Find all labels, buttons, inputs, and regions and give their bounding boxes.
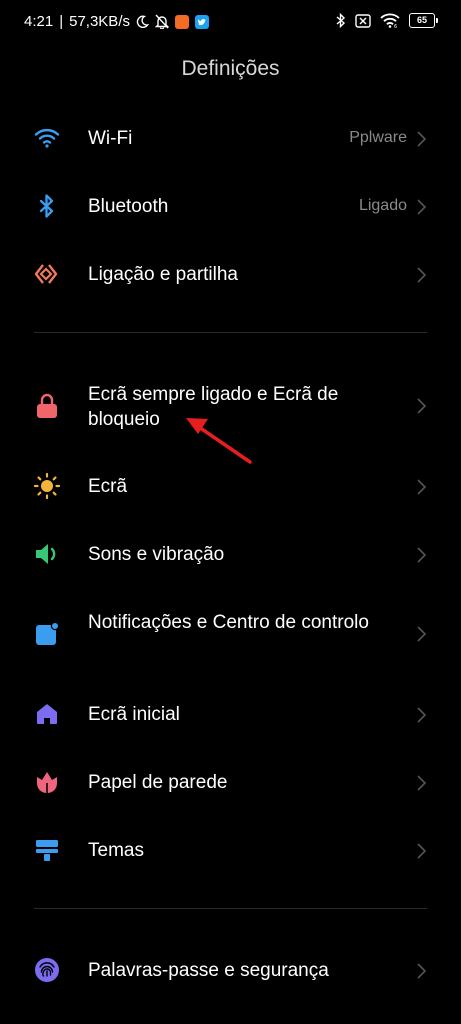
settings-item-bluetooth[interactable]: Bluetooth Ligado xyxy=(0,188,461,226)
battery-level: 65 xyxy=(416,15,427,25)
page-title: Definições xyxy=(181,57,280,80)
settings-item-notifications[interactable]: Notificações e Centro de controlo xyxy=(0,608,461,662)
settings-item-value: Ligado xyxy=(358,197,407,214)
speaker-icon xyxy=(33,540,61,568)
flower-icon xyxy=(33,768,61,796)
chevron-right-icon xyxy=(417,398,427,414)
fingerprint-icon xyxy=(33,956,61,984)
chevron-right-icon xyxy=(417,267,427,283)
svg-text:6: 6 xyxy=(394,24,397,28)
lock-icon xyxy=(33,392,61,420)
chevron-right-icon xyxy=(417,775,427,791)
chevron-right-icon xyxy=(417,707,427,723)
paint-roller-icon xyxy=(33,836,61,864)
chevron-right-icon xyxy=(417,199,427,215)
settings-item-label: Sons e vibração xyxy=(88,544,225,565)
chevron-right-icon xyxy=(417,479,427,495)
settings-item-label: Ecrã xyxy=(88,476,128,497)
chevron-right-icon xyxy=(417,131,427,147)
twitter-icon xyxy=(194,14,209,29)
chevron-right-icon xyxy=(417,963,427,979)
bluetooth-icon xyxy=(33,192,61,220)
settings-item-wifi[interactable]: Wi-Fi Pplware xyxy=(0,120,461,158)
settings-item-label: Notificações e Centro de controlo xyxy=(88,612,369,633)
settings-item-themes[interactable]: Temas xyxy=(0,832,461,870)
settings-item-label: Wi-Fi xyxy=(88,128,133,149)
wifi-icon xyxy=(33,124,61,152)
chevron-right-icon xyxy=(417,843,427,859)
wifi-icon: 6 xyxy=(380,13,400,28)
status-left: 4:21 | 57,3KB/s xyxy=(24,13,209,30)
section-divider xyxy=(34,332,427,333)
settings-item-wallpaper[interactable]: Papel de parede xyxy=(0,764,461,802)
notification-icon xyxy=(33,620,61,648)
settings-item-label: Ecrã inicial xyxy=(88,704,180,725)
settings-item-display[interactable]: Ecrã xyxy=(0,468,461,506)
chevron-right-icon xyxy=(417,626,427,642)
settings-item-connection-sharing[interactable]: Ligação e partilha xyxy=(0,256,461,294)
status-right: 6 65 xyxy=(336,13,438,28)
settings-item-sound-vibration[interactable]: Sons e vibração xyxy=(0,536,461,574)
app-orange-icon xyxy=(174,14,189,29)
settings-item-label: Papel de parede xyxy=(88,772,228,793)
settings-item-label: Palavras-passe e segurança xyxy=(88,960,329,981)
bell-muted-icon xyxy=(154,14,169,29)
annotation-arrow xyxy=(186,418,252,464)
battery-icon: 65 xyxy=(409,13,438,28)
settings-item-value: Pplware xyxy=(349,129,407,146)
sim-off-icon xyxy=(355,13,371,28)
settings-item-passwords-security[interactable]: Palavras-passe e segurança xyxy=(0,952,461,990)
section-divider xyxy=(34,908,427,909)
settings-item-label: Ligação e partilha xyxy=(88,264,238,285)
sun-icon xyxy=(33,472,61,500)
moon-icon xyxy=(136,15,149,28)
status-time: 4:21 xyxy=(24,13,54,30)
status-separator: | xyxy=(59,13,64,30)
status-bar: 4:21 | 57,3KB/s 6 65 xyxy=(0,0,461,46)
status-network-speed: 57,3KB/s xyxy=(69,13,130,30)
settings-item-label: Bluetooth xyxy=(88,196,169,217)
chevron-right-icon xyxy=(417,547,427,563)
settings-item-home-screen[interactable]: Ecrã inicial xyxy=(0,696,461,734)
connection-share-icon xyxy=(33,260,61,288)
home-icon xyxy=(33,700,61,728)
settings-item-label: Temas xyxy=(88,840,144,861)
bluetooth-icon xyxy=(336,13,346,28)
